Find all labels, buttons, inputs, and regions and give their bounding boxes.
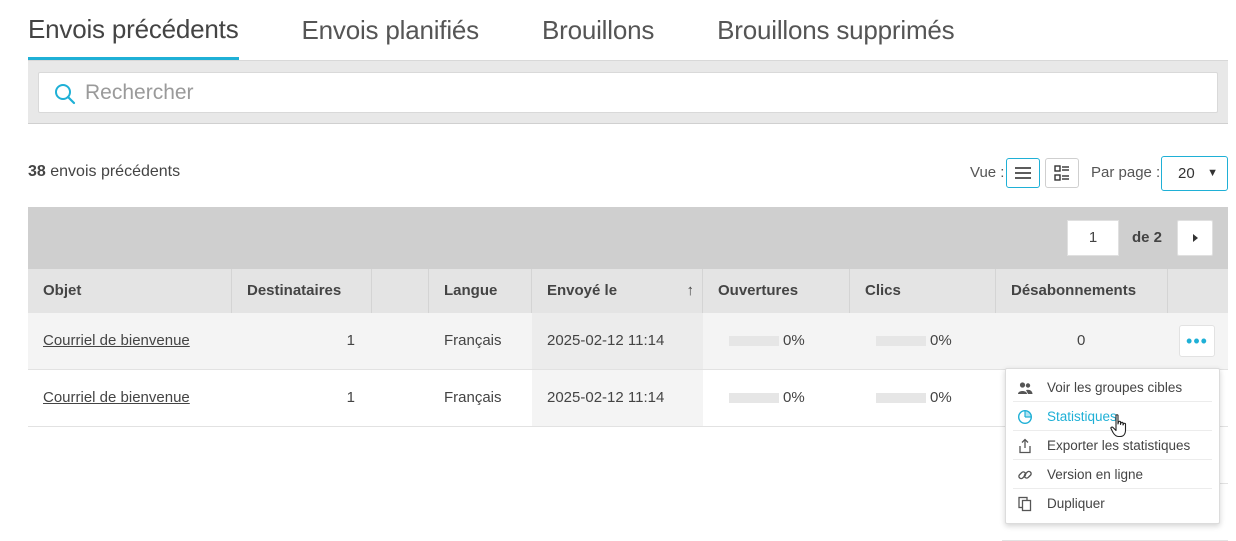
row-actions-button[interactable]: •••	[1179, 325, 1215, 357]
results-count: 38 envois précédents	[28, 163, 180, 181]
subject-link[interactable]: Courriel de bienvenue	[43, 332, 190, 349]
results-count-number: 38	[28, 163, 46, 180]
sent-date-cell: 2025-02-12 11:14	[532, 313, 703, 369]
column-envoye-le[interactable]: Envoyé le ↑	[532, 269, 703, 313]
tab-brouillons-supprimes[interactable]: Brouillons supprimés	[717, 0, 955, 60]
clicks-cell: 0%	[850, 370, 996, 426]
language-cell: Français	[444, 332, 502, 349]
per-page-select[interactable]: 20 ▼	[1161, 156, 1228, 191]
tab-envois-precedents[interactable]: Envois précédents	[28, 0, 239, 60]
page-number-input[interactable]: 1	[1067, 220, 1119, 256]
sort-ascending-icon: ↑	[686, 282, 695, 299]
column-objet[interactable]: Objet	[28, 269, 232, 313]
per-page-value: 20	[1178, 165, 1195, 182]
column-envoye-le-label: Envoyé le	[547, 282, 618, 299]
opens-progress-bar	[729, 393, 779, 403]
list-icon	[1015, 167, 1031, 179]
clicks-progress-bar	[876, 393, 926, 403]
unsubscribes-cell: 0	[1077, 332, 1086, 349]
sent-date-cell: 2025-02-12 11:14	[532, 370, 703, 426]
users-icon	[1018, 382, 1033, 394]
results-count-label: envois précédents	[50, 163, 181, 180]
caret-down-icon: ▼	[1207, 167, 1218, 179]
grid-view-button[interactable]	[1045, 158, 1079, 188]
column-spacer	[372, 269, 429, 313]
search-box[interactable]	[38, 72, 1218, 113]
menu-item-dupliquer[interactable]: Dupliquer	[1013, 489, 1212, 518]
pie-chart-icon	[1017, 409, 1033, 425]
clicks-progress-bar	[876, 336, 926, 346]
view-label: Vue :	[970, 164, 1005, 181]
search-input[interactable]	[85, 73, 1205, 112]
menu-item-label: Statistiques	[1047, 409, 1117, 424]
language-cell: Français	[444, 389, 502, 406]
export-icon	[1019, 438, 1031, 454]
search-bar	[28, 60, 1228, 124]
column-langue[interactable]: Langue	[429, 269, 532, 313]
opens-cell: 0%	[703, 370, 850, 426]
row-actions-menu: Voir les groupes cibles Statistiques Exp…	[1005, 368, 1220, 524]
page-total: de 2	[1132, 229, 1163, 246]
clicks-cell: 0%	[850, 313, 996, 369]
search-icon	[55, 84, 76, 105]
opens-percent: 0%	[783, 389, 805, 406]
table-row: Courriel de bienvenue 1 Français 2025-02…	[28, 313, 1228, 370]
menu-item-statistiques[interactable]: Statistiques	[1013, 402, 1212, 431]
per-page-label: Par page :	[1091, 164, 1161, 181]
menu-item-exporter[interactable]: Exporter les statistiques	[1013, 431, 1212, 460]
menu-item-label: Voir les groupes cibles	[1047, 380, 1183, 395]
menu-item-version-en-ligne[interactable]: Version en ligne	[1013, 460, 1212, 489]
column-destinataires[interactable]: Destinataires	[232, 269, 372, 313]
tab-brouillons[interactable]: Brouillons	[542, 0, 654, 60]
recipients-cell: 1	[346, 389, 355, 406]
opens-progress-bar	[729, 336, 779, 346]
duplicate-icon	[1018, 496, 1032, 512]
menu-item-label: Exporter les statistiques	[1047, 438, 1191, 453]
link-icon	[1018, 470, 1032, 480]
opens-percent: 0%	[783, 332, 805, 349]
table-header: Objet Destinataires Langue Envoyé le ↑ O…	[28, 269, 1228, 313]
grid-icon	[1054, 165, 1069, 181]
next-page-button[interactable]	[1177, 220, 1213, 256]
subject-cell: Courriel de bienvenue	[43, 370, 190, 426]
subject-link[interactable]: Courriel de bienvenue	[43, 389, 190, 406]
clicks-percent: 0%	[930, 332, 952, 349]
column-ouvertures[interactable]: Ouvertures	[703, 269, 850, 313]
menu-item-label: Dupliquer	[1047, 496, 1105, 511]
opens-cell: 0%	[703, 313, 850, 369]
list-view-button[interactable]	[1006, 158, 1040, 188]
column-actions	[1168, 269, 1228, 313]
more-icon: •••	[1186, 331, 1208, 351]
menu-item-label: Version en ligne	[1047, 467, 1144, 482]
subject-cell: Courriel de bienvenue	[43, 313, 190, 369]
recipients-cell: 1	[346, 332, 355, 349]
caret-right-icon	[1193, 234, 1198, 242]
clicks-percent: 0%	[930, 389, 952, 406]
tab-bar: Envois précédents Envois planifiés Broui…	[28, 0, 1017, 60]
menu-item-voir-groupes[interactable]: Voir les groupes cibles	[1013, 373, 1212, 402]
column-clics[interactable]: Clics	[850, 269, 996, 313]
column-desabonnements[interactable]: Désabonnements	[996, 269, 1168, 313]
pagination-bar: 1 de 2	[28, 207, 1228, 269]
tab-envois-planifies[interactable]: Envois planifiés	[302, 0, 480, 60]
